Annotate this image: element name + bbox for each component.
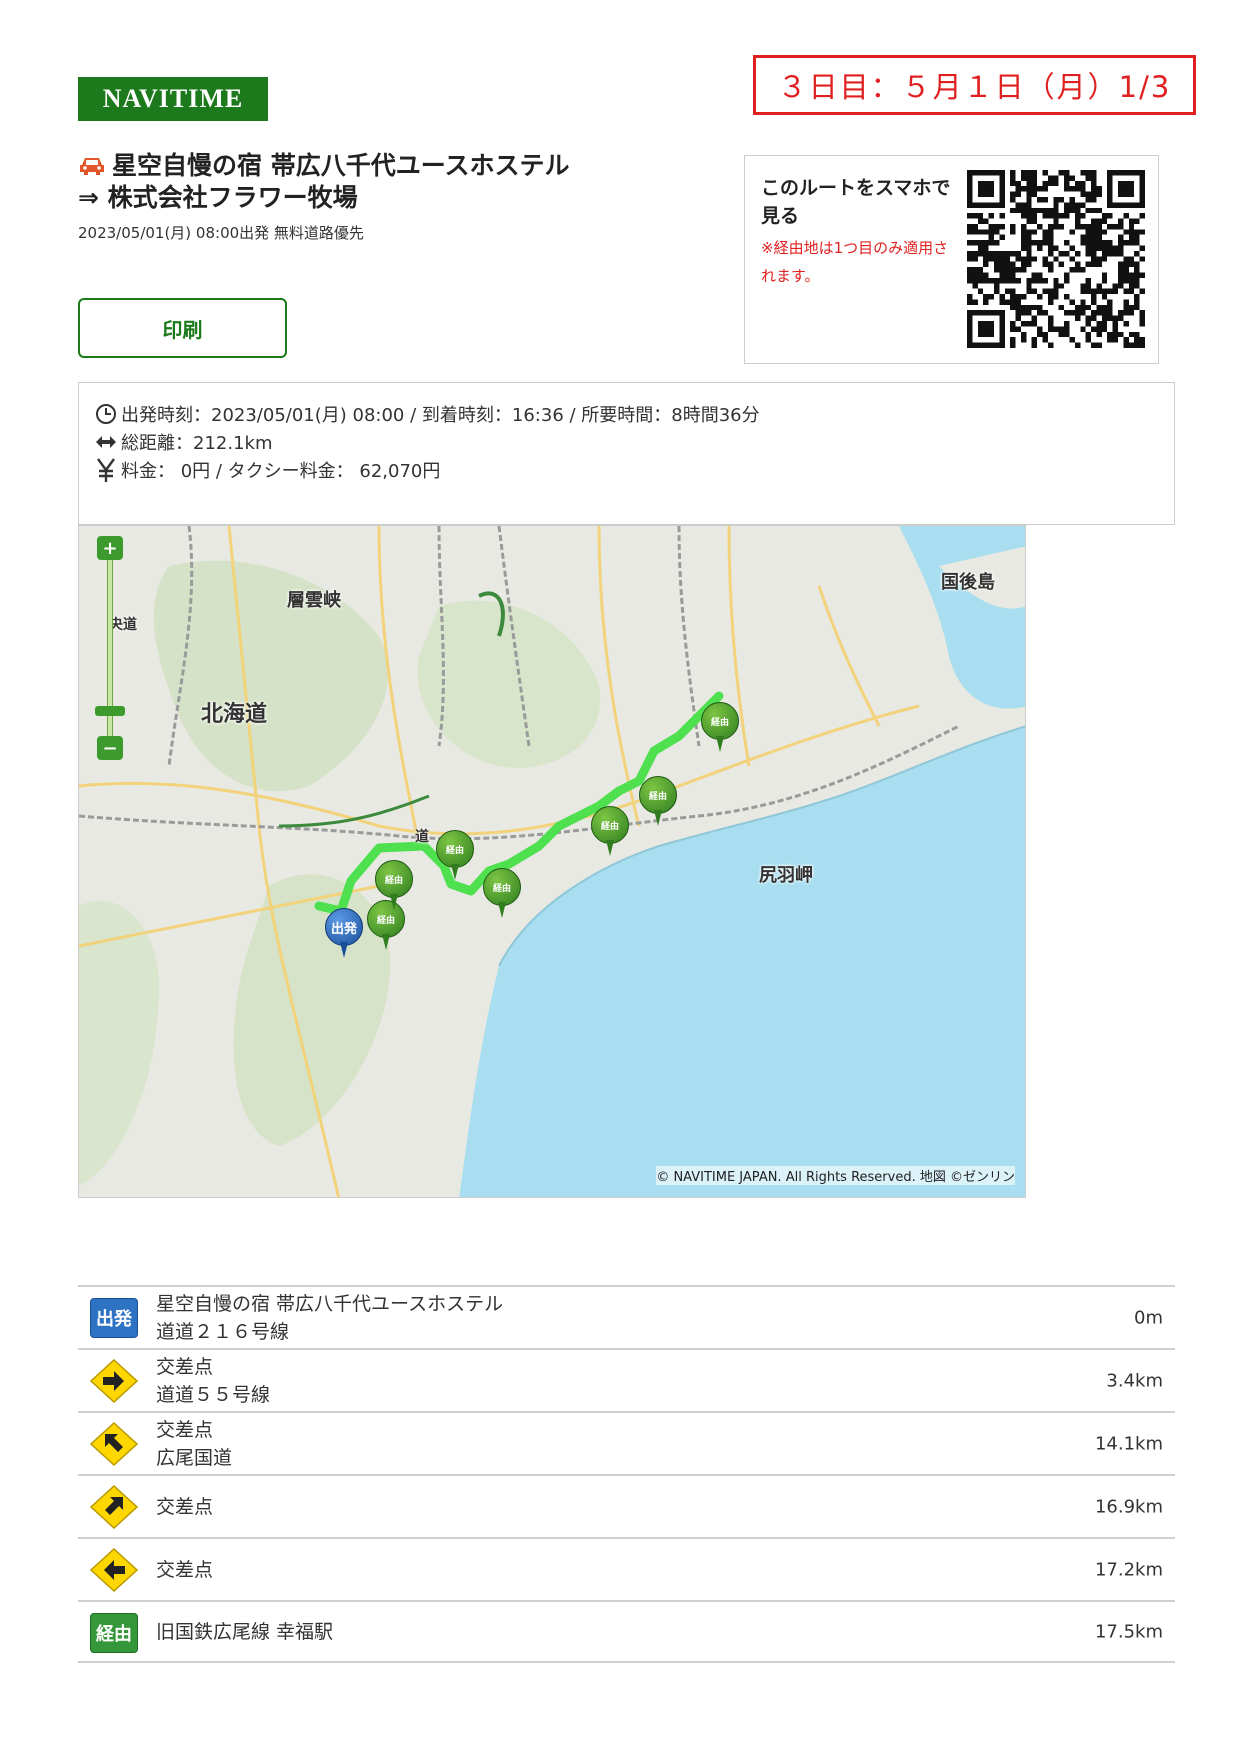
route-step-place: 交差点 — [156, 1418, 214, 1441]
yen-icon — [97, 458, 115, 482]
map-pin-via-tail — [451, 864, 459, 880]
route-step-text: 交差点 広尾国道 — [156, 1416, 232, 1472]
route-step-text: 星空自慢の宿 帯広八千代ユースホステル 道道２１６号線 — [156, 1290, 503, 1346]
car-icon — [80, 158, 104, 175]
route-step-road: 道道２１６号線 — [156, 1320, 290, 1343]
map-pin-via-label: 経由 — [436, 830, 474, 868]
map-base — [79, 526, 1025, 1197]
map-pin-via[interactable]: 経由 — [375, 860, 413, 912]
map-label-shiriba: 尻羽岬 — [759, 865, 813, 886]
qr-note: ※経由地は1つ目のみ適用されます。 — [761, 239, 949, 285]
print-button[interactable]: 印刷 — [78, 298, 287, 358]
map-label-sounkyo: 層雲峡 — [287, 590, 341, 611]
qr-panel: このルートをスマホで見る ※経由地は1つ目のみ適用されます。 — [744, 155, 1159, 364]
start-badge: 出発 — [90, 1298, 138, 1338]
summary-fare: 料金： 0円 / タクシー料金： 62,070円 — [121, 461, 441, 482]
route-step-distance: 0m — [1134, 1307, 1163, 1328]
route-summary: 出発時刻：2023/05/01(月) 08:00 / 到着時刻：16:36 / … — [78, 382, 1175, 525]
route-steps: 出発 星空自慢の宿 帯広八千代ユースホステル 道道２１６号線 0m 交差点 道道… — [78, 1285, 1175, 1663]
distance-arrows-icon — [96, 436, 116, 448]
map-label-kunashiri: 国後島 — [941, 572, 995, 593]
map-label-do: 道 — [415, 829, 429, 845]
summary-fare-line: 料金： 0円 / タクシー料金： 62,070円 — [95, 457, 440, 483]
map-pin-via[interactable]: 経由 — [483, 868, 521, 920]
map-pin-via[interactable]: 経由 — [701, 702, 739, 754]
map-pin-start-label: 出発 — [325, 908, 363, 946]
route-step-distance: 17.2km — [1094, 1559, 1163, 1580]
route-step[interactable]: 交差点 17.2km — [78, 1537, 1175, 1600]
day-label: ３日目：５月１日（月）1/3 — [753, 55, 1196, 115]
navitime-logo: NAVITIME — [78, 77, 268, 121]
route-step-place: 交差点 — [156, 1495, 214, 1518]
map-pin-via-tail — [716, 736, 724, 752]
route-destination: ⇒ 株式会社フラワー牧場 — [78, 183, 358, 212]
route-step[interactable]: 経由 旧国鉄広尾線 幸福駅 17.5km — [78, 1600, 1175, 1663]
via-badge-icon: 経由 — [90, 1613, 138, 1653]
route-title: 星空自慢の宿 帯広八千代ユースホステル ⇒ 株式会社フラワー牧場 — [78, 150, 718, 214]
summary-times: 出発時刻：2023/05/01(月) 08:00 / 到着時刻：16:36 / … — [121, 405, 760, 426]
map-pin-via-label: 経由 — [375, 860, 413, 898]
route-step-distance: 3.4km — [1106, 1370, 1163, 1391]
route-step-text: 交差点 道道５５号線 — [156, 1353, 270, 1409]
route-step-road: 道道５５号線 — [156, 1383, 271, 1406]
qr-title: このルートをスマホで見る — [761, 177, 951, 227]
route-step[interactable]: 交差点 道道５５号線 3.4km — [78, 1348, 1175, 1411]
map-pin-via-tail — [654, 810, 662, 826]
map-pin-via[interactable]: 経由 — [436, 830, 474, 882]
summary-distance: 総距離：212.1km — [121, 433, 273, 454]
qr-code-icon[interactable] — [967, 170, 1145, 348]
route-step-place: 交差点 — [156, 1355, 214, 1378]
map-pin-via-label: 経由 — [591, 806, 629, 844]
route-step-distance: 16.9km — [1094, 1496, 1163, 1517]
map-pin-via[interactable]: 経由 — [591, 806, 629, 858]
summary-times-line: 出発時刻：2023/05/01(月) 08:00 / 到着時刻：16:36 / … — [95, 401, 760, 427]
route-step-text: 旧国鉄広尾線 幸福駅 — [156, 1618, 333, 1646]
route-origin: 星空自慢の宿 帯広八千代ユースホステル — [112, 151, 570, 180]
route-step-distance: 14.1km — [1094, 1433, 1163, 1454]
turn-left-icon — [90, 1548, 138, 1592]
route-step-place: 旧国鉄広尾線 幸福駅 — [156, 1620, 334, 1643]
map-pin-via-label: 経由 — [483, 868, 521, 906]
zoom-out-button[interactable]: − — [97, 736, 123, 760]
zoom-in-button[interactable]: + — [97, 536, 123, 560]
turn-left-up-icon — [90, 1422, 138, 1466]
map-pin-via-tail — [382, 934, 390, 950]
route-step-distance: 17.5km — [1094, 1621, 1163, 1642]
route-step-place: 星空自慢の宿 帯広八千代ユースホステル — [156, 1292, 504, 1315]
route-step-text: 交差点 — [156, 1556, 213, 1584]
route-step-place: 交差点 — [156, 1558, 214, 1581]
map-pin-start[interactable]: 出発 — [325, 908, 363, 960]
map-pin-via-label: 経由 — [639, 776, 677, 814]
route-step[interactable]: 交差点 16.9km — [78, 1474, 1175, 1537]
via-badge: 経由 — [90, 1613, 138, 1653]
route-step[interactable]: 交差点 広尾国道 14.1km — [78, 1411, 1175, 1474]
map-pin-via-tail — [498, 902, 506, 918]
route-subtitle: 2023/05/01(月) 08:00出発 無料道路優先 — [78, 224, 364, 242]
map-label-hokkaido: 北海道 — [201, 702, 268, 727]
zoom-slider-handle[interactable] — [95, 706, 125, 716]
map-pin-via-tail — [606, 840, 614, 856]
route-step-text: 交差点 — [156, 1493, 213, 1521]
route-step[interactable]: 出発 星空自慢の宿 帯広八千代ユースホステル 道道２１６号線 0m — [78, 1285, 1175, 1348]
map-pin-via[interactable]: 経由 — [639, 776, 677, 828]
clock-icon — [96, 404, 116, 424]
turn-right-up-icon — [90, 1485, 138, 1529]
route-step-road: 広尾国道 — [156, 1446, 233, 1469]
map-pin-via-tail — [390, 894, 398, 910]
map-pin-start-tail — [340, 942, 348, 958]
map-copyright: © NAVITIME JAPAN. All Rights Reserved. 地… — [656, 1166, 1015, 1185]
map-pin-via-label: 経由 — [701, 702, 739, 740]
zoom-control: + − — [95, 536, 125, 766]
turn-right-icon — [90, 1359, 138, 1403]
start-badge-icon: 出発 — [90, 1298, 138, 1338]
summary-distance-line: 総距離：212.1km — [95, 429, 273, 455]
route-map[interactable]: 層雲峡 北海道 国後島 尻羽岬 央道 道 出発 経由 経由 経由 経由 経由 経… — [78, 525, 1026, 1198]
